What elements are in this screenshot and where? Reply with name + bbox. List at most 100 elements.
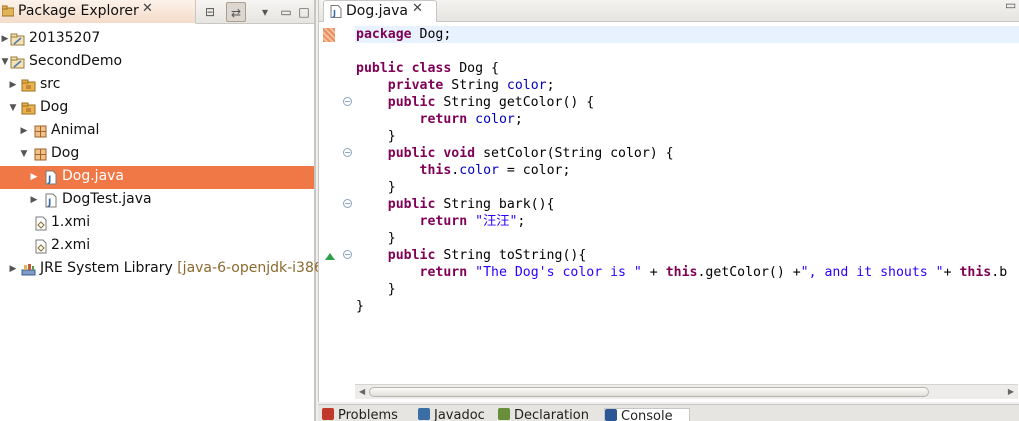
- tree-item-label: SecondDemo: [29, 53, 123, 69]
- tree-item-label: 1.xmi: [51, 214, 91, 230]
- tree-item-label: DogTest.java: [62, 191, 152, 207]
- bottom-views: Problems Javadoc Declaration Console: [318, 404, 1019, 421]
- console-icon: [605, 409, 617, 421]
- tab-label: Problems: [338, 408, 398, 421]
- code-line[interactable]: return "汪汪";: [355, 213, 1019, 230]
- collapse-all-button[interactable]: ⊟: [200, 2, 220, 22]
- svg-text:J: J: [332, 9, 336, 18]
- tree-item-1-xmi[interactable]: 1.xmi: [0, 212, 314, 235]
- code-line[interactable]: }: [355, 281, 1019, 298]
- tree-item-label: Dog: [40, 99, 69, 115]
- tree-item-seconddemo[interactable]: ▼ SecondDemo: [0, 51, 314, 74]
- override-marker-icon[interactable]: [325, 253, 335, 260]
- collapse-arrow-icon[interactable]: ▼: [0, 56, 10, 68]
- code-line[interactable]: public class Dog {: [355, 60, 1019, 77]
- fold-minus-icon[interactable]: −: [343, 148, 352, 157]
- minimize-button[interactable]: ▭: [276, 2, 296, 22]
- code-line[interactable]: }: [355, 298, 1019, 315]
- code-line[interactable]: }: [355, 179, 1019, 196]
- package-explorer-header: Package Explorer ✕ ⊟ ⇄ ▾ ▭ □: [0, 0, 314, 24]
- horizontal-scrollbar[interactable]: ◀ ▶: [355, 384, 1018, 399]
- source-folder-icon: [21, 79, 36, 92]
- code-line[interactable]: package Dog;: [355, 26, 1019, 43]
- expand-arrow-icon[interactable]: ▶: [8, 79, 18, 91]
- code-line[interactable]: }: [355, 230, 1019, 247]
- editor-tab-label: Dog.java: [346, 3, 409, 19]
- tree-item-label: JRE System Library: [40, 260, 173, 276]
- tab-package-explorer[interactable]: Package Explorer ✕: [0, 0, 196, 24]
- fold-minus-icon[interactable]: −: [343, 250, 352, 259]
- java-file-icon: J: [45, 193, 57, 208]
- tree-item-label: Animal: [51, 122, 100, 138]
- code-line[interactable]: return color;: [355, 111, 1019, 128]
- expand-arrow-icon[interactable]: ▶: [29, 194, 39, 206]
- code-line[interactable]: }: [355, 128, 1019, 145]
- tree-item-dogtest-java[interactable]: ▶ J DogTest.java: [0, 189, 314, 212]
- package-explorer-view: Package Explorer ✕ ⊟ ⇄ ▾ ▭ □ ▶ 20135207 …: [0, 0, 329, 421]
- jre-version-decoration: [java-6-openjdk-i386]: [177, 260, 329, 276]
- library-icon: [21, 264, 36, 276]
- tab-label: Console: [621, 409, 673, 421]
- tab-problems[interactable]: Problems: [322, 408, 410, 421]
- tree-item-label: src: [40, 76, 61, 92]
- tab-label: Javadoc: [434, 408, 485, 421]
- tree-item-2-xmi[interactable]: 2.xmi: [0, 235, 314, 258]
- code-line[interactable]: this.color = color;: [355, 162, 1019, 179]
- tab-dog-java[interactable]: J Dog.java ✕: [323, 0, 437, 22]
- code-line[interactable]: return "The Dog's color is " + this.getC…: [355, 264, 1019, 281]
- code-area[interactable]: package Dog; public class Dog { private …: [355, 26, 1019, 384]
- package-icon: [34, 125, 47, 138]
- code-line[interactable]: [355, 43, 1019, 60]
- tree-item-dog-package[interactable]: ▼ Dog: [0, 143, 314, 166]
- tree-item-label: 2.xmi: [51, 237, 91, 253]
- expand-arrow-icon[interactable]: ▶: [0, 33, 10, 45]
- declaration-icon: [498, 408, 510, 420]
- code-line[interactable]: public String bark(){: [355, 196, 1019, 213]
- collapse-arrow-icon[interactable]: ▼: [8, 102, 18, 114]
- current-line-marker: [323, 28, 335, 42]
- tree-item-20135207[interactable]: ▶ 20135207: [0, 28, 314, 51]
- tree-item-src[interactable]: ▶ src: [0, 74, 314, 97]
- tree-item-dog-folder[interactable]: ▼ Dog: [0, 97, 314, 120]
- tree-item-label: Dog: [51, 145, 80, 161]
- project-icon: [10, 56, 25, 69]
- svg-text:J: J: [47, 198, 51, 208]
- fold-minus-icon[interactable]: −: [343, 97, 352, 106]
- expand-arrow-icon[interactable]: ▶: [29, 171, 39, 183]
- minimize-button[interactable]: ▭: [1005, 0, 1016, 12]
- java-file-icon: J: [45, 170, 57, 185]
- package-icon: [34, 148, 47, 161]
- source-folder-icon: [21, 102, 36, 115]
- code-line[interactable]: public String toString(){: [355, 247, 1019, 264]
- code-line[interactable]: public void setColor(String color) {: [355, 145, 1019, 162]
- link-with-editor-button[interactable]: ⇄: [226, 2, 246, 22]
- tab-label: Declaration: [514, 408, 589, 421]
- project-icon: [10, 33, 25, 46]
- tree-item-jre-system-library[interactable]: ▶ JRE System Library [java-6-openjdk-i38…: [0, 258, 329, 281]
- package-explorer-title: Package Explorer: [18, 3, 139, 19]
- collapse-arrow-icon[interactable]: ▼: [19, 148, 29, 160]
- svg-text:J: J: [47, 175, 51, 185]
- tab-console[interactable]: Console: [604, 408, 690, 421]
- fold-minus-icon[interactable]: −: [343, 199, 352, 208]
- project-tree: ▶ 20135207 ▼ SecondDemo ▶ src ▼ Dog ▶ An…: [0, 28, 329, 281]
- code-line[interactable]: public String getColor() {: [355, 94, 1019, 111]
- tree-item-label-group: JRE System Library [java-6-openjdk-i386]: [40, 260, 328, 276]
- tab-javadoc[interactable]: Javadoc: [418, 408, 494, 421]
- java-editor: J Dog.java ✕ ▭ − − − − package Dog; publ…: [318, 0, 1019, 402]
- maximize-button[interactable]: □: [294, 2, 314, 22]
- expand-arrow-icon[interactable]: ▶: [8, 263, 18, 275]
- tree-item-animal-package[interactable]: ▶ Animal: [0, 120, 314, 143]
- close-icon[interactable]: ✕: [412, 1, 423, 16]
- tab-declaration[interactable]: Declaration: [498, 408, 600, 421]
- expand-arrow-icon[interactable]: ▶: [19, 125, 29, 137]
- close-icon[interactable]: ✕: [142, 1, 153, 16]
- scroll-left-icon[interactable]: ◀: [359, 387, 365, 396]
- scroll-right-icon[interactable]: ▶: [1008, 387, 1014, 396]
- code-line[interactable]: private String color;: [355, 77, 1019, 94]
- javadoc-icon: [418, 408, 430, 420]
- eclipse-window: Package Explorer ✕ ⊟ ⇄ ▾ ▭ □ ▶ 20135207 …: [0, 0, 1019, 421]
- view-menu-button[interactable]: ▾: [255, 2, 275, 22]
- scrollbar-thumb[interactable]: [369, 387, 929, 397]
- tree-item-dog-java[interactable]: ▶ J Dog.java: [0, 166, 314, 189]
